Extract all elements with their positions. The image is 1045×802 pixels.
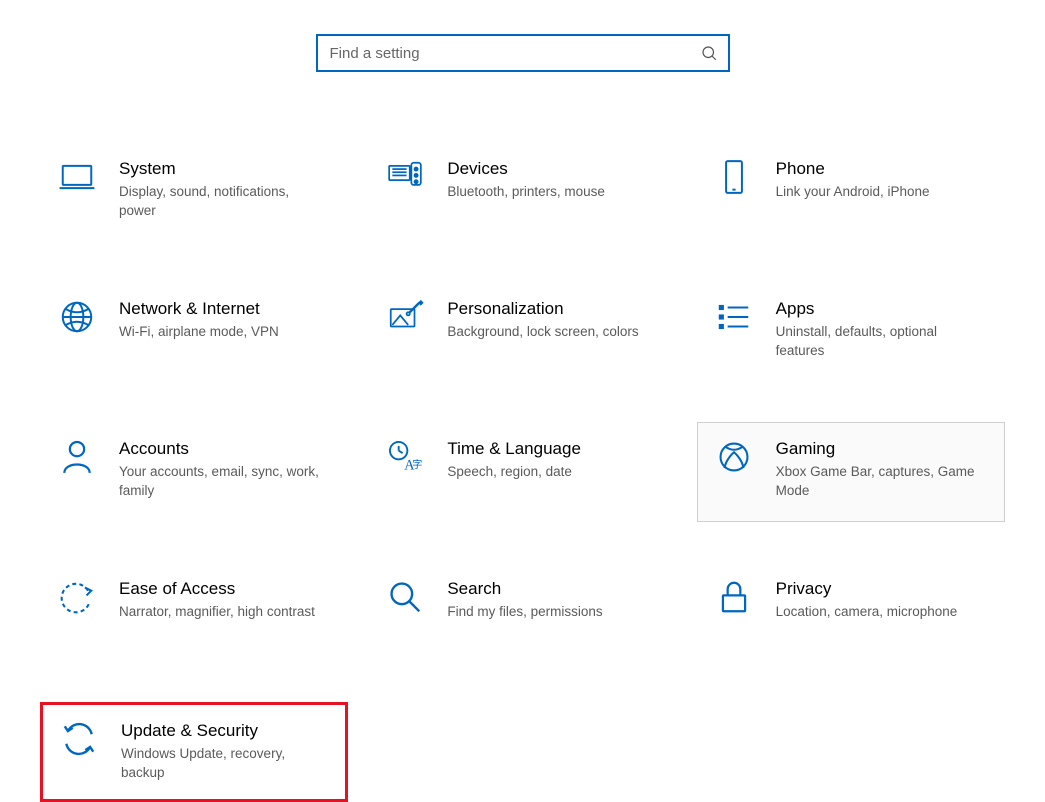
magnifier-icon xyxy=(385,577,425,617)
tile-title: Apps xyxy=(776,299,988,319)
tile-desc: Narrator, magnifier, high contrast xyxy=(119,603,319,621)
phone-icon xyxy=(714,157,754,197)
tile-title: Update & Security xyxy=(121,721,329,741)
tile-system[interactable]: System Display, sound, notifications, po… xyxy=(40,142,348,242)
svg-text:字: 字 xyxy=(412,458,422,471)
tile-title: Search xyxy=(447,579,659,599)
tile-desc: Speech, region, date xyxy=(447,463,647,481)
tile-title: Privacy xyxy=(776,579,988,599)
tile-ease-of-access[interactable]: Ease of Access Narrator, magnifier, high… xyxy=(40,562,348,662)
tile-network[interactable]: Network & Internet Wi-Fi, airplane mode,… xyxy=(40,282,348,382)
tile-personalization[interactable]: Personalization Background, lock screen,… xyxy=(368,282,676,382)
tile-title: Gaming xyxy=(776,439,988,459)
tile-title: Personalization xyxy=(447,299,659,319)
personalization-icon xyxy=(385,297,425,337)
lock-icon xyxy=(714,577,754,617)
tile-desc: Wi-Fi, airplane mode, VPN xyxy=(119,323,319,341)
tile-accounts[interactable]: Accounts Your accounts, email, sync, wor… xyxy=(40,422,348,522)
tile-title: Devices xyxy=(447,159,659,179)
tile-desc: Uninstall, defaults, optional features xyxy=(776,323,976,359)
devices-icon xyxy=(385,157,425,197)
tile-gaming[interactable]: Gaming Xbox Game Bar, captures, Game Mod… xyxy=(697,422,1005,522)
search-input[interactable] xyxy=(328,44,700,63)
tile-title: System xyxy=(119,159,331,179)
tile-apps[interactable]: Apps Uninstall, defaults, optional featu… xyxy=(697,282,1005,382)
system-icon xyxy=(57,157,97,197)
tile-search[interactable]: Search Find my files, permissions xyxy=(368,562,676,662)
tile-desc: Xbox Game Bar, captures, Game Mode xyxy=(776,463,976,499)
search-icon xyxy=(700,44,718,62)
settings-grid: System Display, sound, notifications, po… xyxy=(0,72,1045,802)
tile-desc: Display, sound, notifications, power xyxy=(119,183,319,219)
tile-desc: Find my files, permissions xyxy=(447,603,647,621)
person-icon xyxy=(57,437,97,477)
tile-time-language[interactable]: A 字 Time & Language Speech, region, date xyxy=(368,422,676,522)
tile-phone[interactable]: Phone Link your Android, iPhone xyxy=(697,142,1005,242)
update-icon xyxy=(59,719,99,759)
tile-title: Phone xyxy=(776,159,988,179)
tile-update-security[interactable]: Update & Security Windows Update, recove… xyxy=(40,702,348,802)
tile-devices[interactable]: Devices Bluetooth, printers, mouse xyxy=(368,142,676,242)
tile-title: Time & Language xyxy=(447,439,659,459)
tile-privacy[interactable]: Privacy Location, camera, microphone xyxy=(697,562,1005,662)
xbox-icon xyxy=(714,437,754,477)
tile-title: Accounts xyxy=(119,439,331,459)
globe-icon xyxy=(57,297,97,337)
tile-desc: Background, lock screen, colors xyxy=(447,323,647,341)
apps-icon xyxy=(714,297,754,337)
tile-title: Network & Internet xyxy=(119,299,331,319)
tile-title: Ease of Access xyxy=(119,579,331,599)
tile-desc: Windows Update, recovery, backup xyxy=(121,745,321,781)
tile-desc: Your accounts, email, sync, work, family xyxy=(119,463,319,499)
tile-desc: Bluetooth, printers, mouse xyxy=(447,183,647,201)
time-language-icon: A 字 xyxy=(385,437,425,477)
search-box[interactable] xyxy=(316,34,730,72)
ease-of-access-icon xyxy=(57,577,97,617)
tile-desc: Location, camera, microphone xyxy=(776,603,976,621)
tile-desc: Link your Android, iPhone xyxy=(776,183,976,201)
